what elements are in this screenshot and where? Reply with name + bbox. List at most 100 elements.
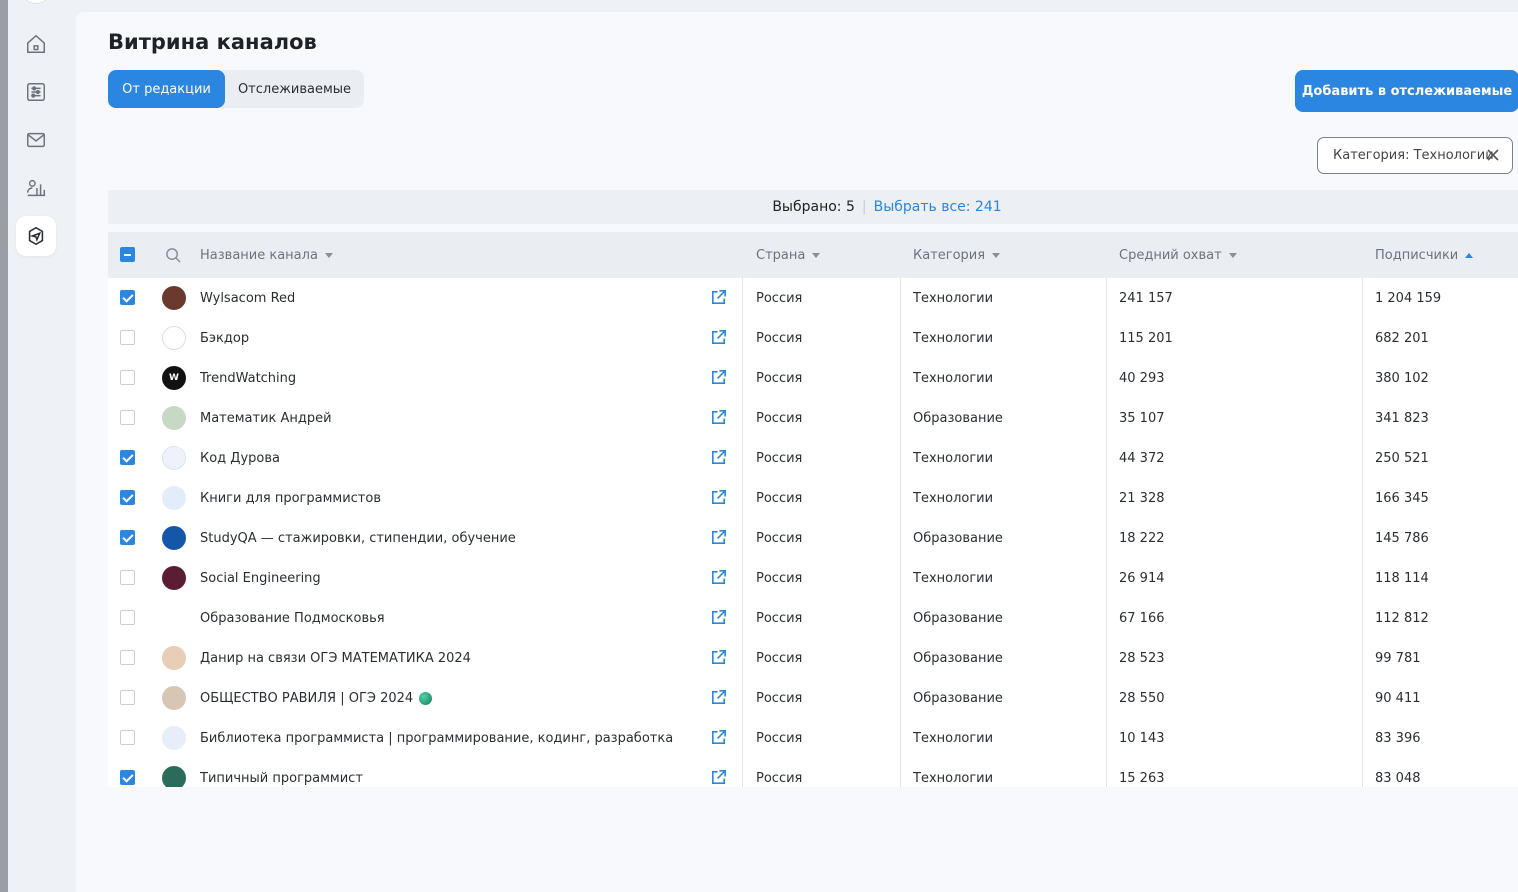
channel-name-cell[interactable]: Образование Подмосковья [200, 598, 385, 638]
reach-cell: 44 372 [1119, 450, 1165, 466]
external-link-icon[interactable] [709, 728, 728, 747]
sidebar-item-mail[interactable] [16, 120, 56, 160]
external-link-icon[interactable] [709, 448, 728, 467]
column-header-category[interactable]: Категория [913, 232, 1001, 278]
reach-cell: 26 914 [1119, 570, 1165, 586]
table-row[interactable]: Бэкдор Россия Технологии 115 201 682 201 [108, 318, 1518, 358]
channel-name-cell[interactable]: Код Дурова [200, 438, 280, 478]
channel-name-cell[interactable]: Типичный программист [200, 758, 363, 787]
sort-down-icon[interactable] [992, 252, 1001, 258]
table-row[interactable]: Данир на связи ОГЭ МАТЕМАТИКА 2024 Россия… [108, 638, 1518, 678]
table-row[interactable]: Wylsacom Red Россия Технологии 241 157 1 204… [108, 278, 1518, 318]
sort-down-icon[interactable] [812, 252, 821, 258]
channel-avatar [162, 286, 186, 310]
category-cell: Технологии [913, 570, 994, 586]
column-header-reach[interactable]: Средний охват [1119, 232, 1237, 278]
category-cell: Образование [913, 610, 1003, 626]
sidebar-item-channels[interactable] [16, 216, 56, 256]
country-cell: Россия [756, 690, 803, 706]
channel-name-cell[interactable]: Библиотека программиста | программирован… [200, 718, 673, 758]
select-all-link[interactable]: Выбрать все: 241 [874, 199, 1002, 215]
table-row[interactable]: StudyQA — стажировки, стипендии, обучени… [108, 518, 1518, 558]
category-cell: Технологии [913, 730, 994, 746]
row-checkbox[interactable] [120, 730, 135, 745]
row-checkbox[interactable] [120, 370, 135, 385]
channel-name-cell[interactable]: Математик Андрей [200, 398, 332, 438]
channel-name: Wylsacom Red [200, 290, 296, 306]
sort-down-icon[interactable] [1228, 252, 1237, 258]
tab-group: От редакции Отслеживаемые [108, 70, 364, 108]
external-link-icon[interactable] [709, 328, 728, 347]
category-filter-chip[interactable]: Категория: Технологии [1317, 137, 1513, 174]
external-link-icon[interactable] [709, 768, 728, 787]
external-link-icon[interactable] [709, 608, 728, 627]
external-link-icon[interactable] [709, 648, 728, 667]
tab-tracked[interactable]: Отслеживаемые [225, 70, 364, 108]
channel-name-cell[interactable]: Wylsacom Red [200, 278, 295, 318]
row-checkbox[interactable] [120, 330, 135, 345]
category-cell: Технологии [913, 370, 994, 386]
sidebar-item-filters[interactable] [16, 72, 56, 112]
table-row[interactable]: Книги для программистов Россия Технологии 2… [108, 478, 1518, 518]
row-checkbox[interactable] [120, 610, 135, 625]
column-header-country[interactable]: Страна [756, 232, 821, 278]
external-link-icon[interactable] [709, 368, 728, 387]
table-row[interactable]: Математик Андрей Россия Образование 35 107 3… [108, 398, 1518, 438]
search-icon[interactable] [165, 247, 182, 264]
channel-name-cell[interactable]: Social Engineering [200, 558, 321, 598]
row-checkbox[interactable] [120, 490, 135, 505]
external-link-icon[interactable] [709, 528, 728, 547]
country-cell: Россия [756, 730, 803, 746]
row-checkbox[interactable] [120, 410, 135, 425]
channel-name: Книги для программистов [200, 490, 381, 506]
table-row[interactable]: Библиотека программиста | программирован… [108, 718, 1518, 758]
sort-up-icon[interactable] [1465, 252, 1474, 258]
row-checkbox[interactable] [120, 530, 135, 545]
row-checkbox[interactable] [120, 770, 135, 785]
select-all-checkbox[interactable] [120, 247, 135, 262]
channel-avatar [162, 486, 186, 510]
sidebar-top-button[interactable] [22, 0, 50, 4]
channel-avatar [162, 326, 186, 350]
close-icon[interactable] [1486, 148, 1500, 162]
category-cell: Технологии [913, 330, 994, 346]
table-row[interactable]: Код Дурова Россия Технологии 44 372 250 521 [108, 438, 1518, 478]
sidebar-item-analytics[interactable] [16, 168, 56, 208]
column-header-name[interactable]: Название канала [200, 232, 333, 278]
external-link-icon[interactable] [709, 488, 728, 507]
channel-name: Бэкдор [200, 330, 250, 346]
row-checkbox[interactable] [120, 690, 135, 705]
table-row[interactable]: Social Engineering Россия Технологии 26 914… [108, 558, 1518, 598]
subscribers-cell: 380 102 [1375, 370, 1429, 386]
external-link-icon[interactable] [709, 568, 728, 587]
channel-name-cell[interactable]: Бэкдор [200, 318, 249, 358]
reach-cell: 241 157 [1119, 290, 1173, 306]
category-cell: Образование [913, 410, 1003, 426]
column-header-subscribers[interactable]: Подписчики [1375, 232, 1474, 278]
channel-avatar [162, 726, 186, 750]
channel-name-cell[interactable]: Книги для программистов [200, 478, 381, 518]
row-checkbox[interactable] [120, 570, 135, 585]
table-row[interactable]: Типичный программист Россия Технологии 15 2… [108, 758, 1518, 787]
add-to-tracked-button[interactable]: Добавить в отслеживаемые [1295, 70, 1518, 112]
sort-down-icon[interactable] [324, 252, 333, 258]
row-checkbox[interactable] [120, 650, 135, 665]
table-row[interactable]: W TrendWatching Россия Технологии 40 293 380 … [108, 358, 1518, 398]
channel-name: ОБЩЕСТВО РАВИЛЯ | ОГЭ 2024 [200, 690, 414, 706]
channel-name-cell[interactable]: Данир на связи ОГЭ МАТЕМАТИКА 2024 [200, 638, 471, 678]
external-link-icon[interactable] [709, 688, 728, 707]
table-row[interactable]: Образование Подмосковья Россия Образование… [108, 598, 1518, 638]
external-link-icon[interactable] [709, 408, 728, 427]
tab-editorial[interactable]: От редакции [108, 70, 225, 108]
channel-name-cell[interactable]: StudyQA — стажировки, стипендии, обучени… [200, 518, 516, 558]
table-row[interactable]: ОБЩЕСТВО РАВИЛЯ | ОГЭ 2024 Россия Образова… [108, 678, 1518, 718]
channel-name-cell[interactable]: TrendWatching [200, 358, 296, 398]
sidebar-item-home[interactable] [16, 24, 56, 64]
channel-avatar [162, 686, 186, 710]
category-cell: Образование [913, 650, 1003, 666]
external-link-icon[interactable] [709, 288, 728, 307]
row-checkbox[interactable] [120, 290, 135, 305]
row-checkbox[interactable] [120, 450, 135, 465]
channel-name-cell[interactable]: ОБЩЕСТВО РАВИЛЯ | ОГЭ 2024 [200, 678, 433, 718]
reach-cell: 40 293 [1119, 370, 1165, 386]
